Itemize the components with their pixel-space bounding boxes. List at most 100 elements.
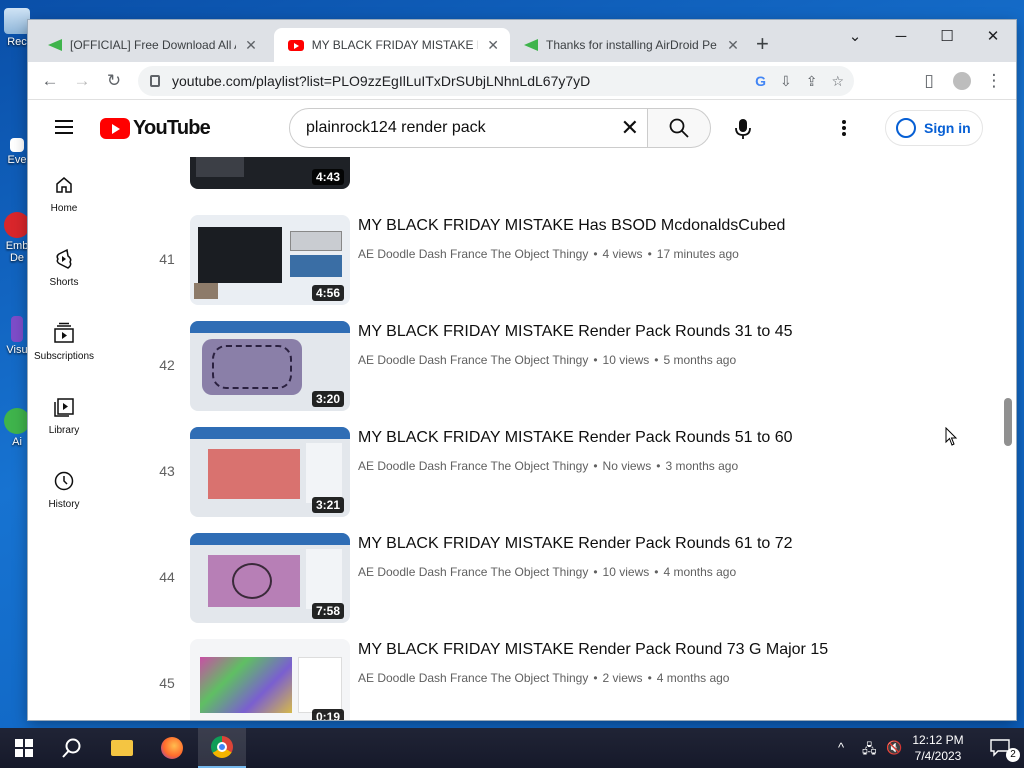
search-button[interactable] [647, 108, 711, 148]
video-thumbnail[interactable]: 3:21 [190, 427, 350, 517]
video-title[interactable]: MY BLACK FRIDAY MISTAKE Has BSOD Mcdonal… [358, 217, 785, 235]
start-button[interactable] [0, 728, 48, 768]
close-window-button[interactable]: ✕ [970, 20, 1016, 52]
search-input[interactable]: plainrock124 render pack ✕ [289, 108, 648, 148]
video-thumbnail[interactable]: 3:20 [190, 321, 350, 411]
shortcut-icon [10, 138, 24, 152]
side-panel-icon[interactable]: ▯ [915, 67, 943, 95]
firefox-button[interactable] [148, 728, 196, 768]
chrome-icon [211, 736, 233, 758]
video-title[interactable]: MY BLACK FRIDAY MISTAKE Render Pack Roun… [358, 429, 793, 447]
chrome-taskbar-button[interactable] [198, 728, 246, 768]
channel-name[interactable]: AE Doodle Dash France The Object Thingy [358, 565, 588, 579]
video-thumbnail[interactable]: 0:19 [190, 639, 350, 720]
video-duration: 4:56 [311, 285, 344, 301]
voice-search-button[interactable] [723, 109, 763, 149]
video-title[interactable]: MY BLACK FRIDAY MISTAKE Render Pack Roun… [358, 323, 793, 341]
guide-item-subscriptions[interactable]: Subscriptions [28, 305, 100, 379]
tab-youtube-playlist[interactable]: MY BLACK FRIDAY MISTAKE Ren ✕ [274, 28, 510, 62]
show-hidden-icons-icon[interactable]: ^ [838, 740, 844, 755]
view-count: No views [602, 459, 652, 473]
sign-in-button[interactable]: Sign in [885, 110, 983, 146]
close-icon[interactable]: ✕ [244, 37, 258, 54]
search-icon [62, 738, 81, 758]
google-lens-icon[interactable]: G [755, 73, 766, 89]
search-taskbar-button[interactable] [48, 728, 96, 768]
video-thumbnail[interactable]: 7:58 [190, 533, 350, 623]
firefox-icon [161, 737, 183, 759]
page-scrollbar[interactable] [1004, 398, 1012, 446]
playlist-item[interactable]: 40 4:43 [100, 157, 1000, 199]
share-icon[interactable]: ⇪ [806, 73, 818, 90]
youtube-logo[interactable]: YouTube [100, 117, 211, 140]
playlist-item[interactable]: 42 3:20 MY BLACK FRIDAY MISTAKE Render P… [100, 321, 1000, 421]
tab-airdroid-thanks[interactable]: Thanks for installing AirDroid Pe ✕ [510, 28, 750, 62]
guide-label: Home [50, 203, 78, 214]
upload-age: 3 months ago [665, 459, 739, 473]
video-thumbnail[interactable]: 4:56 [190, 215, 350, 305]
video-thumbnail[interactable]: 4:43 [190, 157, 350, 189]
action-center-button[interactable]: 2 [976, 728, 1024, 768]
settings-menu-icon[interactable] [840, 117, 848, 139]
recycle-bin-icon [4, 8, 30, 34]
video-duration: 3:21 [311, 497, 344, 513]
view-count: 10 views [602, 353, 650, 367]
system-clock[interactable]: 12:12 PM 7/4/2023 [906, 732, 970, 764]
library-icon [52, 395, 76, 419]
clock-date: 7/4/2023 [914, 749, 962, 763]
chrome-window: [OFFICIAL] Free Download All Ai ✕ MY BLA… [28, 20, 1016, 720]
install-icon[interactable]: ⇩ [780, 73, 792, 90]
shorts-icon [52, 247, 76, 271]
tab-search-button[interactable]: ⌄ [832, 20, 878, 52]
playlist-item[interactable]: 44 7:58 MY BLACK FRIDAY MISTAKE Render P… [100, 533, 1000, 633]
playlist-item[interactable]: 43 3:21 MY BLACK FRIDAY MISTAKE Render P… [100, 427, 1000, 527]
volume-muted-icon[interactable]: 🔇 [886, 740, 902, 756]
guide-item-shorts[interactable]: Shorts [28, 231, 100, 305]
upload-age: 17 minutes ago [656, 247, 739, 261]
network-icon[interactable]: 🖧 [862, 740, 877, 762]
video-title[interactable]: MY BLACK FRIDAY MISTAKE Render Pack Roun… [358, 535, 793, 553]
close-icon[interactable]: ✕ [726, 37, 740, 54]
mouse-cursor-icon [945, 427, 958, 446]
close-icon[interactable]: ✕ [486, 37, 500, 54]
playlist-item[interactable]: 45 0:19 MY BLACK FRIDAY MISTAKE Render P… [100, 639, 1000, 720]
reload-button[interactable]: ↻ [100, 67, 128, 95]
youtube-header: YouTube plainrock124 render pack ✕ Sign … [28, 101, 1016, 157]
tab-title: [OFFICIAL] Free Download All Ai [70, 38, 236, 52]
playlist-item[interactable]: 41 4:56 MY BLACK FRIDAY MISTAKE Has BSOD… [100, 215, 1000, 315]
video-title[interactable]: MY BLACK FRIDAY MISTAKE Render Pack Roun… [358, 641, 828, 659]
bookmark-star-icon[interactable]: ☆ [831, 73, 844, 90]
guide-item-history[interactable]: History [28, 453, 100, 527]
maximize-button[interactable]: ☐ [924, 20, 970, 52]
playlist-index: 43 [159, 463, 175, 479]
channel-name[interactable]: AE Doodle Dash France The Object Thingy [358, 671, 588, 685]
video-duration: 3:20 [311, 391, 344, 407]
playlist-index: 45 [159, 675, 175, 691]
lock-icon [150, 75, 160, 87]
file-explorer-button[interactable] [98, 728, 146, 768]
minimize-button[interactable]: ─ [878, 20, 924, 52]
search-query: plainrock124 render pack [306, 119, 486, 136]
channel-name[interactable]: AE Doodle Dash France The Object Thingy [358, 459, 588, 473]
desktop-icon-label: Eve [7, 154, 27, 166]
channel-name[interactable]: AE Doodle Dash France The Object Thingy [358, 247, 588, 261]
guide-item-library[interactable]: Library [28, 379, 100, 453]
chrome-menu-icon[interactable]: ⋮ [980, 67, 1008, 95]
profile-icon[interactable] [948, 67, 976, 95]
guide-item-home[interactable]: Home [28, 157, 100, 231]
new-tab-button[interactable]: + [756, 32, 769, 56]
upload-age: 4 months ago [663, 565, 737, 579]
video-duration: 0:19 [311, 709, 344, 720]
forward-button[interactable]: → [68, 67, 96, 95]
youtube-icon [100, 118, 130, 139]
video-meta: AE Doodle Dash France The Object Thingy •… [358, 247, 739, 261]
guide-label: History [48, 499, 80, 510]
app-icon [4, 212, 30, 238]
menu-icon[interactable] [55, 120, 73, 134]
playlist-video-list: 40 4:43 41 4:56 MY BLACK FRIDAY MISTAKE … [100, 157, 1000, 720]
back-button[interactable]: ← [36, 67, 64, 95]
address-bar[interactable]: youtube.com/playlist?list=PLO9zzEgIlLuIT… [138, 66, 854, 96]
channel-name[interactable]: AE Doodle Dash France The Object Thingy [358, 353, 588, 367]
clear-search-icon[interactable]: ✕ [621, 117, 639, 139]
tab-airdroid-download[interactable]: [OFFICIAL] Free Download All Ai ✕ [34, 28, 268, 62]
